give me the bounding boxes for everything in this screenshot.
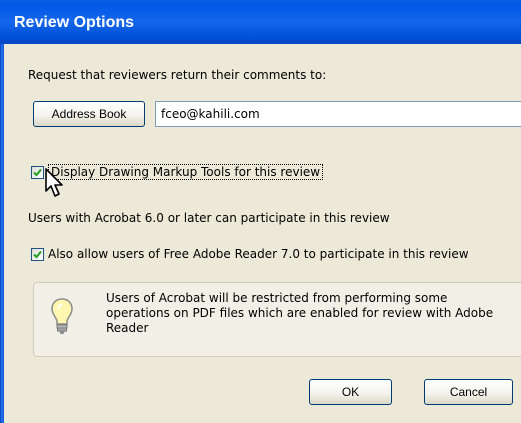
title-bar[interactable]: Review Options — [0, 0, 521, 44]
reader-restriction-notice: Users of Acrobat will be restricted from… — [33, 282, 521, 357]
address-book-button[interactable]: Address Book — [33, 101, 145, 127]
window-title: Review Options — [14, 14, 135, 31]
notice-text: Users of Acrobat will be restricted from… — [106, 291, 494, 335]
email-field[interactable] — [155, 101, 521, 127]
allow-reader-label: Also allow users of Free Adobe Reader 7.… — [48, 247, 469, 261]
cancel-button[interactable]: Cancel — [424, 379, 513, 405]
return-comments-prompt: Request that reviewers return their comm… — [28, 68, 327, 82]
ok-button[interactable]: OK — [309, 379, 392, 405]
lightbulb-icon — [50, 297, 74, 340]
display-markup-tools-option[interactable]: Display Drawing Markup Tools for this re… — [31, 164, 324, 180]
allow-reader-checkbox[interactable] — [31, 247, 44, 261]
display-markup-checkbox[interactable] — [31, 165, 44, 179]
checkmark-icon — [33, 250, 42, 258]
mouse-pointer-icon — [45, 168, 65, 201]
allow-reader-option[interactable]: Also allow users of Free Adobe Reader 7.… — [31, 247, 469, 261]
display-markup-label: Display Drawing Markup Tools for this re… — [48, 164, 324, 180]
checkmark-icon — [33, 168, 42, 176]
acrobat-version-info: Users with Acrobat 6.0 or later can part… — [28, 211, 390, 225]
